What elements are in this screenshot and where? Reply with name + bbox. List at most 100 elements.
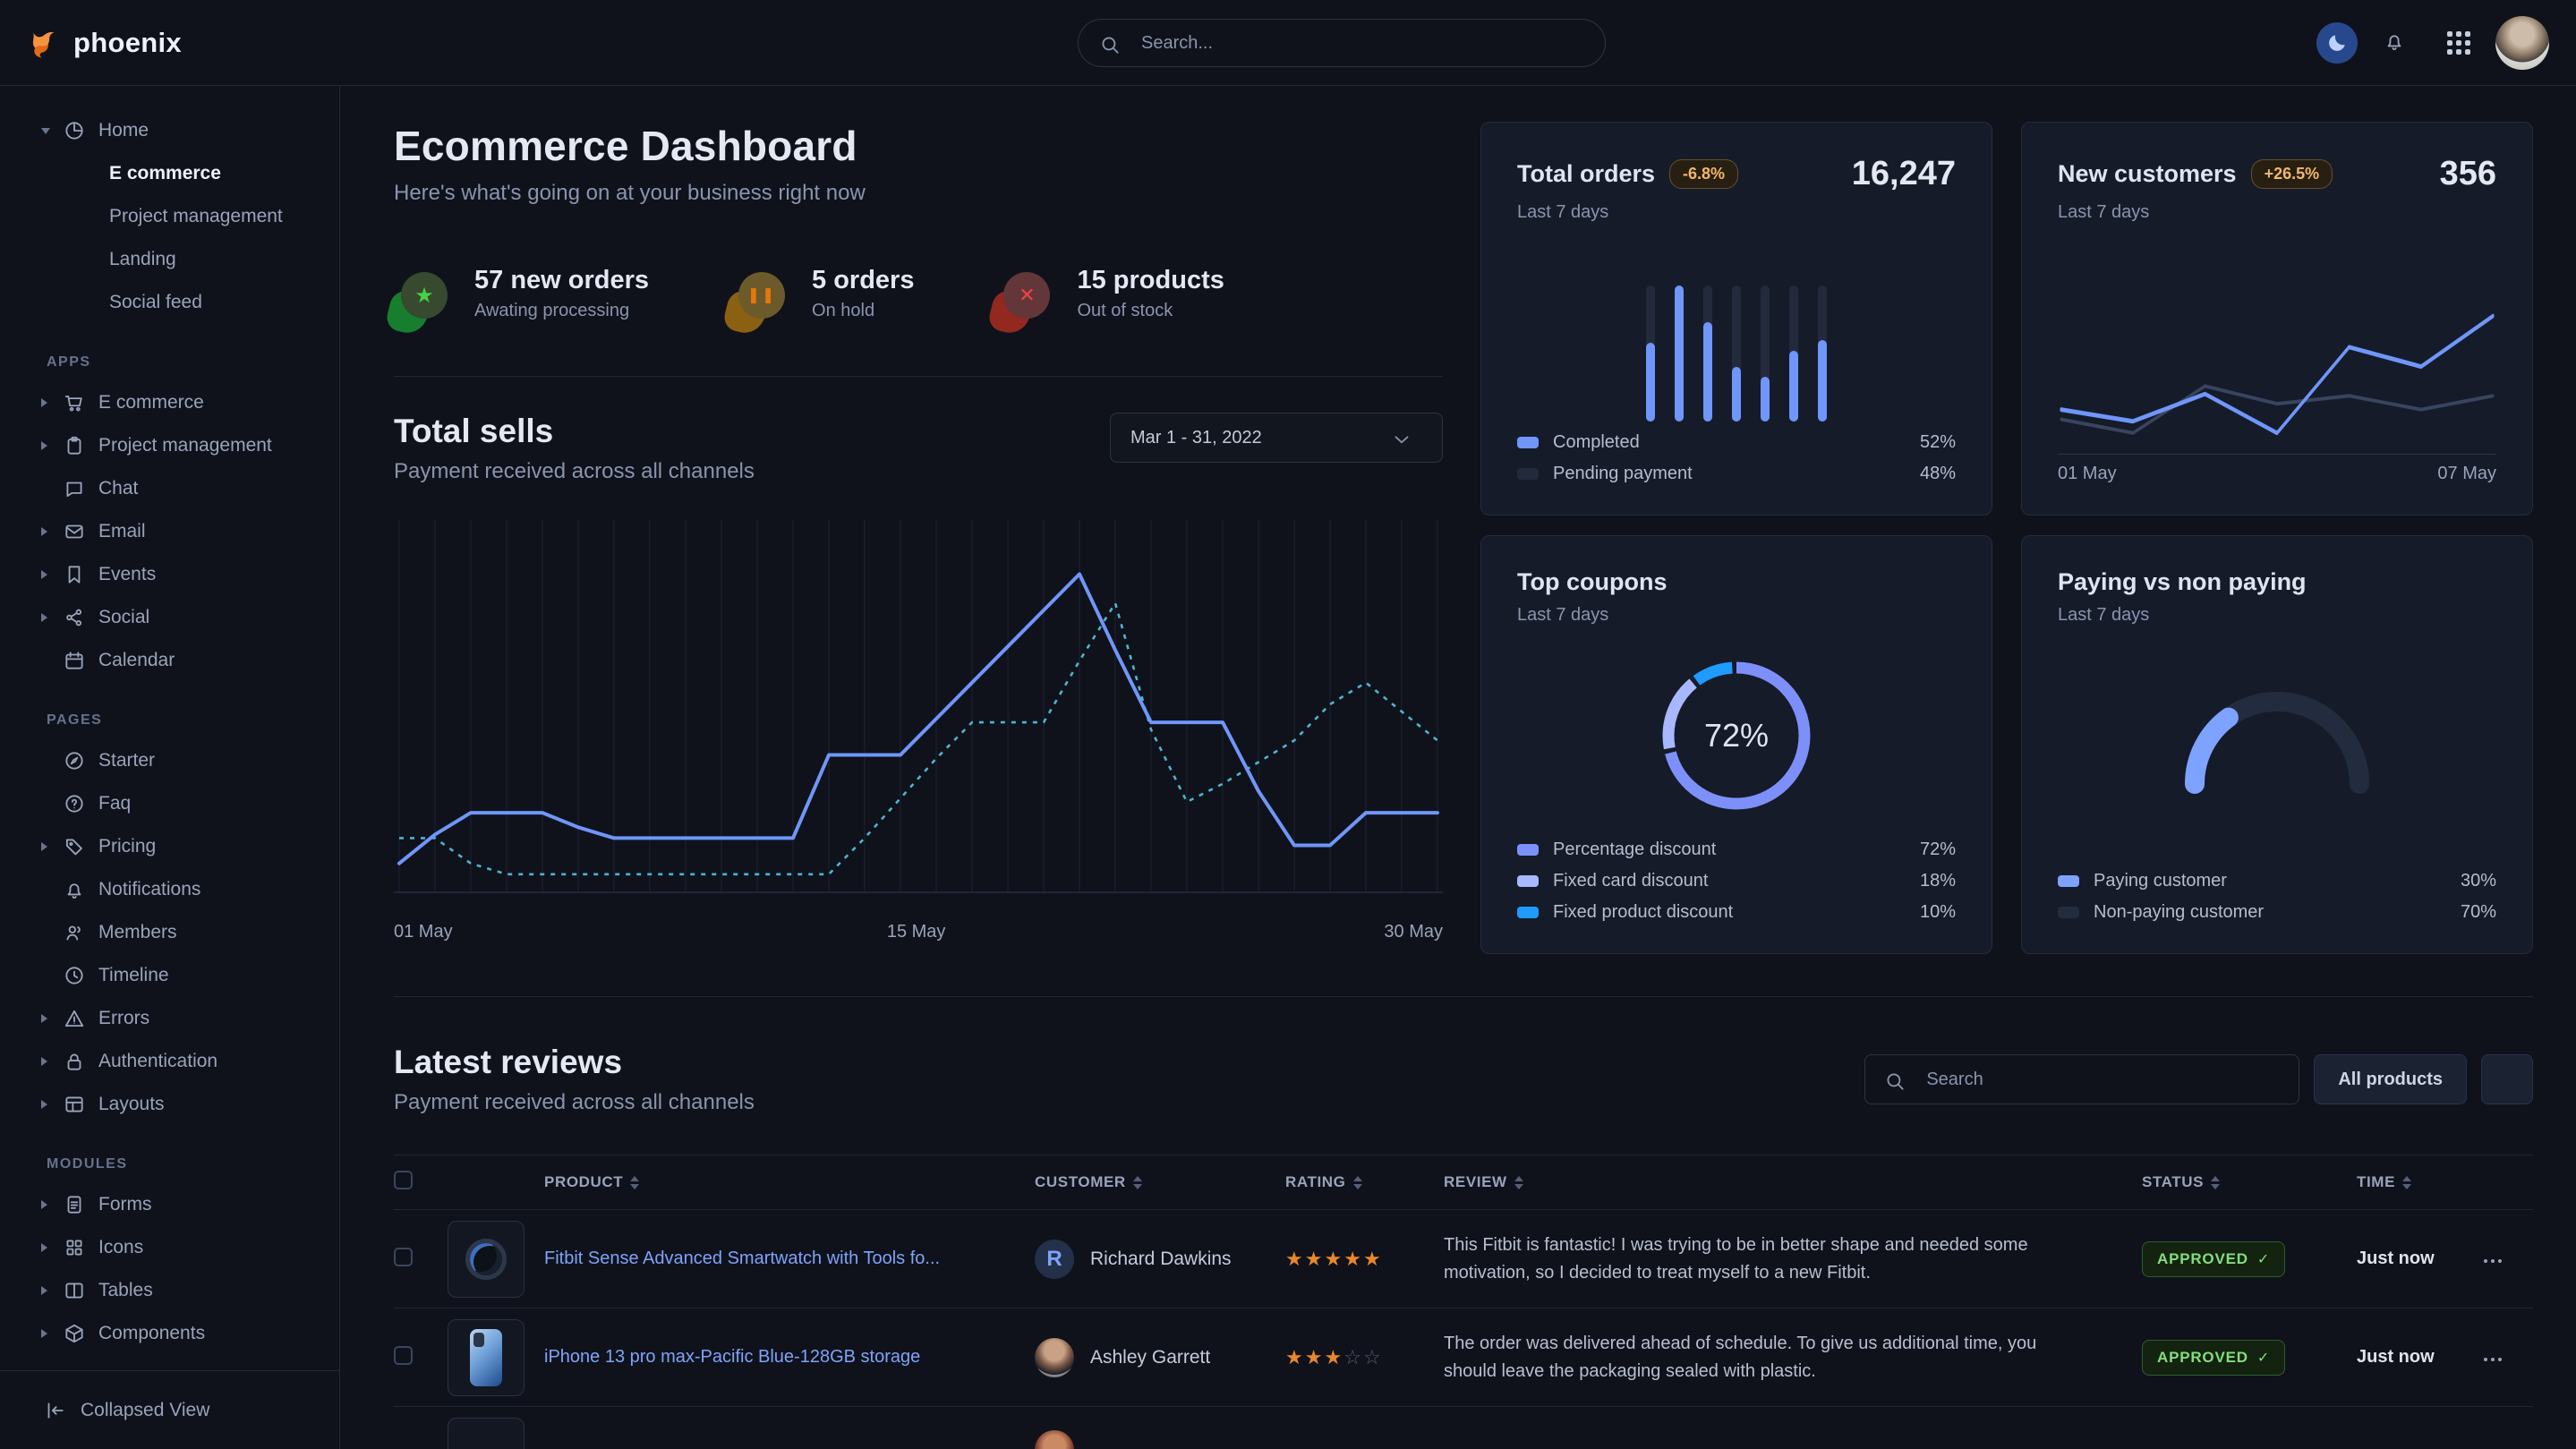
notifications-bell-icon[interactable] xyxy=(2383,30,2410,56)
legend-fixed-card-discount: Fixed card discount 18% xyxy=(1517,871,1956,891)
stat-new-orders: ★ 57 new ordersAwating processing xyxy=(394,261,649,326)
sidebar-item-notifications[interactable]: Notifications xyxy=(0,868,339,911)
sidebar-item-social-feed[interactable]: Social feed xyxy=(0,281,339,324)
order-bar xyxy=(1675,286,1684,422)
date-range-select[interactable]: Mar 1 - 31, 2022 xyxy=(1110,413,1443,463)
calendar-icon xyxy=(63,649,86,672)
compass-icon xyxy=(63,749,86,772)
new-customers-x-axis: 01 May 07 May xyxy=(2058,464,2496,484)
dashboard-top-section: Ecommerce Dashboard Here's what's going … xyxy=(394,122,2533,997)
user-avatar[interactable] xyxy=(2495,16,2549,70)
chevron-right-icon xyxy=(41,842,63,851)
chevron-right-icon xyxy=(41,1100,63,1109)
sidebar-item-tables[interactable]: Tables xyxy=(0,1269,339,1312)
sidebar-item-calendar[interactable]: Calendar xyxy=(0,639,339,682)
bookmark-icon xyxy=(63,563,86,586)
sidebar-item-ecommerce-home[interactable]: E commerce xyxy=(0,152,339,195)
row-menu-button[interactable] xyxy=(2482,1251,2503,1266)
legend-fixed-product-discount: Fixed product discount 10% xyxy=(1517,902,1956,923)
sidebar-item-project-management[interactable]: Project management xyxy=(0,424,339,467)
product-thumbnail[interactable] xyxy=(448,1221,525,1298)
product-link[interactable]: Fitbit Sense Advanced Smartwatch with To… xyxy=(544,1249,1035,1269)
sort-icon xyxy=(2402,1176,2411,1189)
sort-icon xyxy=(1133,1176,1142,1189)
row-checkbox[interactable] xyxy=(394,1346,413,1365)
search-icon xyxy=(1883,1070,1903,1089)
customer-avatar: R xyxy=(1035,1240,1074,1279)
latest-reviews-section: Latest reviews Payment received across a… xyxy=(394,997,2533,1443)
sidebar-item-starter[interactable]: Starter xyxy=(0,739,339,782)
reviews-title: Latest reviews xyxy=(394,1044,755,1081)
card-title: Total orders xyxy=(1517,160,1655,188)
rating-stars: ★★★☆☆ xyxy=(1285,1352,1383,1368)
total-orders-card: Total orders -6.8% 16,247 Last 7 days Co… xyxy=(1480,122,1992,516)
global-search-input[interactable] xyxy=(1141,33,1585,54)
sidebar-item-timeline[interactable]: Timeline xyxy=(0,954,339,997)
product-thumbnail[interactable] xyxy=(448,1418,525,1449)
row-checkbox[interactable] xyxy=(394,1248,413,1266)
column-customer[interactable]: CUSTOMER xyxy=(1035,1173,1285,1191)
chevron-right-icon xyxy=(41,398,63,407)
sidebar-item-faq[interactable]: Faq xyxy=(0,782,339,825)
product-link[interactable]: iPhone 13 pro max-Pacific Blue-128GB sto… xyxy=(544,1347,1035,1368)
star-icon: ★ xyxy=(1363,1248,1383,1270)
column-review[interactable]: REVIEW xyxy=(1444,1173,2142,1191)
column-status[interactable]: STATUS xyxy=(2142,1173,2357,1191)
sidebar-item-project-management-home[interactable]: Project management xyxy=(0,195,339,238)
star-icon: ★ xyxy=(1285,1346,1305,1368)
donut-center-label: 72% xyxy=(1651,651,1821,821)
sidebar-item-social[interactable]: Social xyxy=(0,596,339,639)
brand-logo[interactable]: phoenix xyxy=(27,25,182,61)
column-rating[interactable]: RATING xyxy=(1285,1173,1444,1191)
legend-pending: Pending payment 48% xyxy=(1517,464,1956,484)
question-circle-icon xyxy=(63,792,86,815)
status-badge: APPROVED✓ xyxy=(2142,1241,2285,1277)
theme-toggle-button[interactable] xyxy=(2316,22,2358,64)
row-menu-button[interactable] xyxy=(2482,1350,2503,1365)
mail-icon xyxy=(63,520,86,543)
search-icon xyxy=(1098,33,1118,53)
product-thumbnail[interactable] xyxy=(448,1319,525,1396)
users-icon xyxy=(63,921,86,944)
smartwatch-image xyxy=(465,1239,507,1280)
collapse-sidebar-button[interactable]: Collapsed View xyxy=(0,1370,339,1449)
trend-badge: -6.8% xyxy=(1669,159,1738,189)
sidebar-item-components[interactable]: Components xyxy=(0,1312,339,1355)
legend-non-paying: Non-paying customer 70% xyxy=(2058,902,2496,923)
legend-paying: Paying customer 30% xyxy=(2058,871,2496,891)
sidebar-item-forms[interactable]: Forms xyxy=(0,1183,339,1226)
chevron-right-icon xyxy=(41,1286,63,1295)
brand-name: phoenix xyxy=(73,27,182,59)
column-time[interactable]: TIME xyxy=(2357,1173,2482,1191)
chevron-right-icon xyxy=(41,570,63,579)
sidebar-item-home[interactable]: Home xyxy=(0,109,339,152)
sidebar-item-members[interactable]: Members xyxy=(0,911,339,954)
sidebar-item-ecommerce[interactable]: E commerce xyxy=(0,381,339,424)
all-products-button[interactable]: All products xyxy=(2314,1054,2467,1104)
document-icon xyxy=(63,1193,86,1216)
chat-icon xyxy=(63,477,86,500)
sidebar-item-landing[interactable]: Landing xyxy=(0,238,339,281)
reviews-search[interactable] xyxy=(1864,1054,2299,1104)
reviews-search-input[interactable] xyxy=(1926,1070,2281,1090)
more-options-button[interactable] xyxy=(2481,1054,2533,1104)
sidebar-item-layouts[interactable]: Layouts xyxy=(0,1083,339,1126)
sidebar-item-email[interactable]: Email xyxy=(0,510,339,553)
sort-icon xyxy=(1353,1176,1362,1189)
x-badge-icon: ✕ xyxy=(996,267,1055,326)
reviews-subtitle: Payment received across all channels xyxy=(394,1090,755,1115)
total-sells-x-axis: 01 May 15 May 30 May xyxy=(394,922,1443,947)
order-bar xyxy=(1646,286,1655,422)
sidebar-item-chat[interactable]: Chat xyxy=(0,467,339,510)
sidebar-item-authentication[interactable]: Authentication xyxy=(0,1040,339,1083)
select-all-checkbox[interactable] xyxy=(394,1171,413,1189)
main-content: Ecommerce Dashboard Here's what's going … xyxy=(340,86,2576,1449)
sidebar-item-pricing[interactable]: Pricing xyxy=(0,825,339,868)
column-product[interactable]: PRODUCT xyxy=(544,1173,1035,1191)
sidebar-item-errors[interactable]: Errors xyxy=(0,997,339,1040)
layout-icon xyxy=(63,1093,86,1116)
sidebar-item-events[interactable]: Events xyxy=(0,553,339,596)
global-search[interactable] xyxy=(1078,19,1606,67)
sidebar-item-icons[interactable]: Icons xyxy=(0,1226,339,1269)
apps-grid-icon[interactable] xyxy=(2447,31,2470,55)
